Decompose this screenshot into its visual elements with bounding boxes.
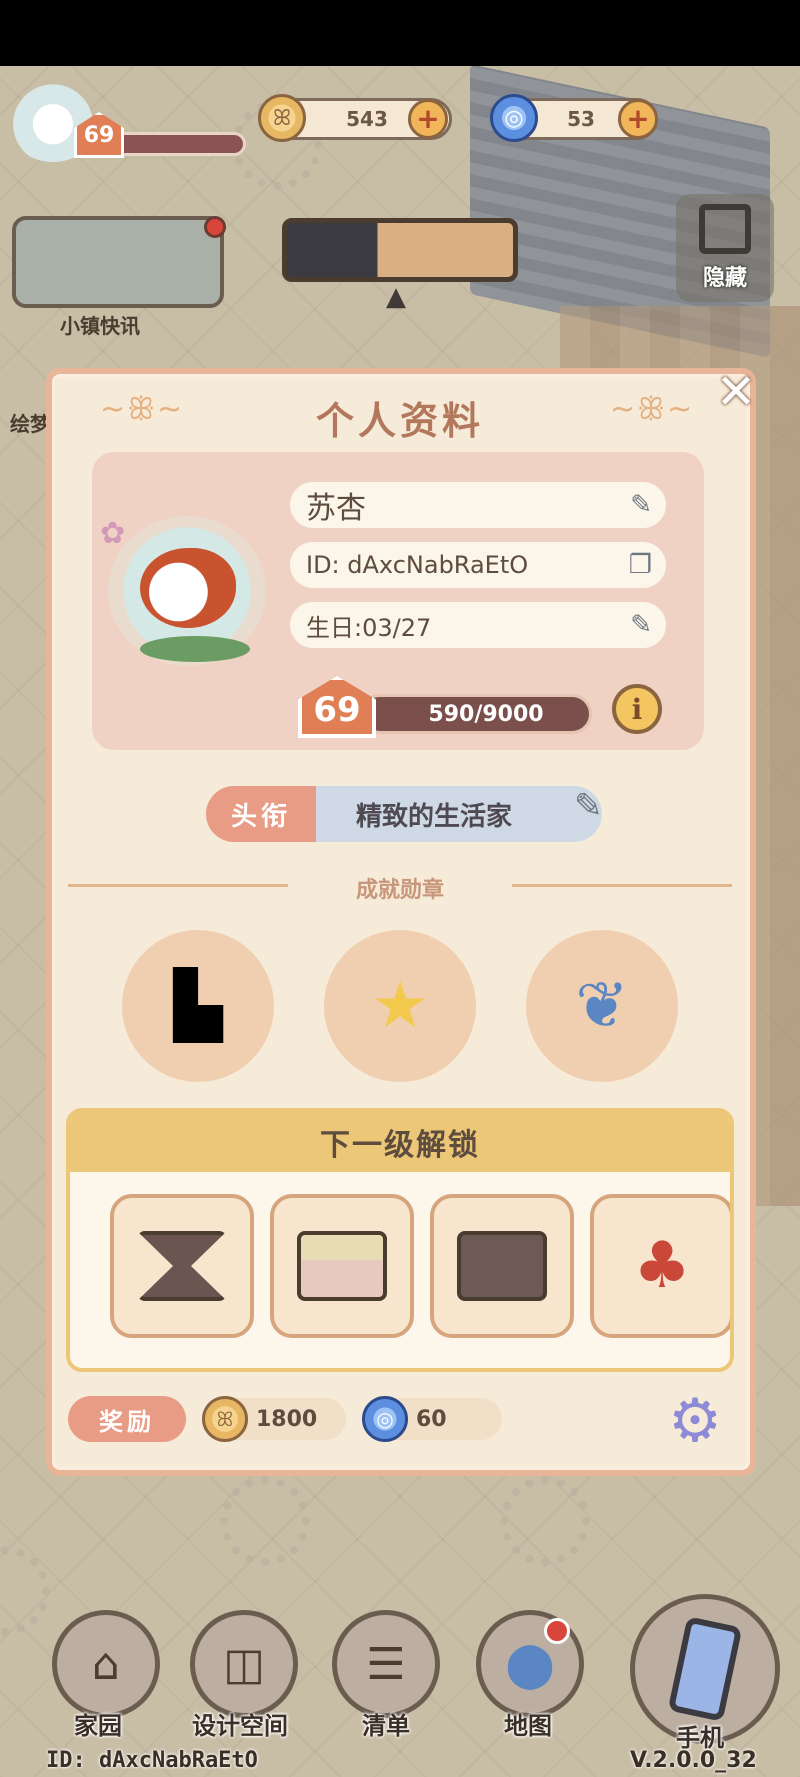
xp-progress-bar: 590/9000 — [360, 694, 592, 734]
unlock-item[interactable] — [110, 1194, 254, 1338]
birthday-value: 生日:03/27 — [306, 613, 432, 642]
gem-icon: ◎ — [490, 94, 538, 142]
nav-design-label: 设计空间 — [192, 1712, 288, 1740]
pencil-icon[interactable]: ✎ — [574, 786, 603, 826]
next-level-unlock-panel: 下一级解锁 ♣ — [66, 1108, 734, 1372]
fullscreen-icon — [699, 204, 751, 254]
reward-gems-value: 60 — [416, 1406, 447, 1432]
rainbow-star-scroll-icon: ★ — [371, 969, 429, 1043]
xp-progress-text: 590/9000 — [428, 701, 544, 727]
reward-coins-value: 1800 — [256, 1406, 318, 1432]
house-icon: ⌂ — [92, 1638, 120, 1690]
ruler-icon: ◫ — [223, 1638, 265, 1690]
hourglass-table-icon — [137, 1231, 227, 1301]
coin-icon: ꕤ — [202, 1396, 248, 1442]
hide-label: 隐藏 — [702, 266, 747, 291]
dark-box-icon — [457, 1231, 547, 1301]
mushroom-icon: ♣ — [633, 1229, 691, 1303]
copy-icon[interactable]: ❐ — [629, 550, 652, 580]
birthday-field[interactable]: 生日:03/27 ✎ — [290, 602, 666, 648]
coin-icon: ꕤ — [258, 94, 306, 142]
info-button[interactable]: i — [612, 684, 662, 734]
unlock-item[interactable] — [430, 1194, 574, 1338]
nav-home-label: 家园 — [74, 1712, 122, 1740]
koi-fish-icon: ❦ — [575, 969, 629, 1043]
triangle-up-icon: ▲ — [386, 282, 406, 312]
player-id-value: ID: dAxcNabRaEtO — [306, 551, 529, 579]
reward-tag: 奖励 — [68, 1396, 186, 1442]
nav-design-button[interactable]: ◫ — [190, 1610, 298, 1718]
achievements-header: 成就勋章 — [355, 878, 444, 903]
hide-ui-button[interactable]: 隐藏 — [676, 194, 774, 302]
gear-icon[interactable]: ⚙ — [664, 1390, 726, 1452]
paint-roller-icon: ▙ — [173, 969, 223, 1043]
town-news-card[interactable] — [12, 216, 224, 308]
lily-pad-decoration — [140, 636, 250, 662]
lotus-icon: ✿ — [100, 516, 126, 551]
gem-icon: ◎ — [362, 1396, 408, 1442]
phone-icon — [667, 1616, 743, 1722]
footer-player-id: ID: dAxcNabRaEtO — [46, 1748, 258, 1773]
goldfish-avatar-icon — [140, 548, 236, 628]
layered-box-icon — [297, 1231, 387, 1301]
player-xp-bar — [112, 132, 246, 156]
nickname-field[interactable]: 苏杏 ✎ — [290, 482, 666, 528]
pencil-icon[interactable]: ✎ — [630, 610, 652, 640]
notification-dot — [204, 216, 226, 238]
achievement-badge[interactable]: ❦ — [515, 916, 689, 1082]
player-id-field: ID: dAxcNabRaEtO ❐ — [290, 542, 666, 588]
dialog-title: 个人资料 — [315, 399, 484, 443]
checklist-icon: ☰ — [366, 1638, 406, 1690]
sun-ornament — [0, 1546, 50, 1636]
nav-home-button[interactable]: ⌂ — [52, 1610, 160, 1718]
unlock-item[interactable]: ♣ — [590, 1194, 730, 1338]
title-value: 精致的生活家 — [316, 786, 602, 842]
nickname-value: 苏杏 — [306, 491, 366, 526]
nav-map-label: 地图 — [504, 1712, 552, 1740]
unlock-header: 下一级解锁 — [70, 1112, 730, 1172]
sun-ornament — [500, 1476, 590, 1566]
add-coins-button[interactable]: + — [408, 99, 448, 139]
map-pin-icon: ⬤ — [505, 1638, 555, 1690]
achievement-badge[interactable]: ▙ — [111, 916, 285, 1082]
title-tag: 头衔 — [206, 786, 316, 842]
day-night-panel[interactable] — [282, 218, 518, 282]
sun-ornament — [220, 1476, 310, 1566]
version-label: V.2.0.0_32 — [630, 1748, 757, 1773]
unlock-item[interactable] — [270, 1194, 414, 1338]
player-title-row[interactable]: 头衔 精致的生活家 — [206, 786, 602, 844]
notification-dot — [544, 1618, 570, 1644]
unlock-items-row[interactable]: ♣ — [70, 1172, 730, 1368]
nav-list-label: 清单 — [362, 1712, 410, 1740]
pencil-icon[interactable]: ✎ — [630, 490, 652, 520]
achievement-badge[interactable]: ★ — [313, 916, 487, 1082]
nav-list-button[interactable]: ☰ — [332, 1610, 440, 1718]
town-news-label: 小镇快讯 — [60, 314, 140, 338]
add-gems-button[interactable]: + — [618, 99, 658, 139]
